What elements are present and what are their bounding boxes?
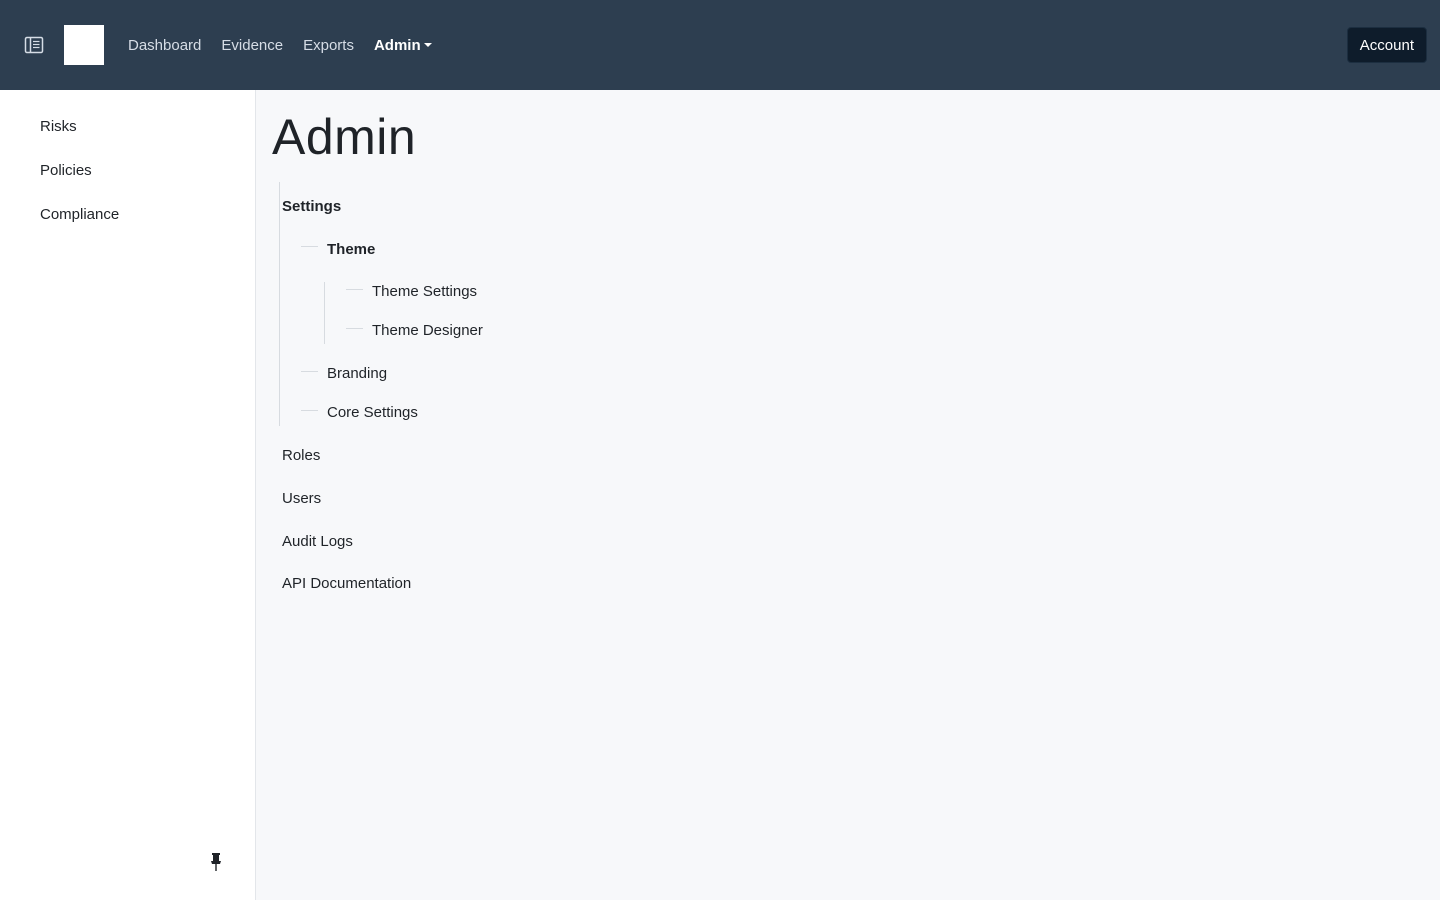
tree-item-theme-settings[interactable]: Theme Settings <box>372 283 477 300</box>
caret-down-icon <box>423 42 432 47</box>
sidebar-toggle-icon[interactable] <box>22 33 46 57</box>
tree-line-settings <box>279 182 280 426</box>
nav-link-admin[interactable]: Admin <box>374 37 432 54</box>
logo[interactable] <box>64 25 104 65</box>
tree-item-audit-logs[interactable]: Audit Logs <box>282 533 353 550</box>
tree-line-theme <box>324 282 325 344</box>
page-title: Admin <box>272 109 417 165</box>
account-button[interactable]: Account <box>1346 27 1427 63</box>
sidebar: Risks Policies Compliance <box>0 90 256 900</box>
tree-item-branding[interactable]: Branding <box>327 365 387 382</box>
nav-link-evidence[interactable]: Evidence <box>221 37 283 54</box>
tree-item-settings[interactable]: Settings <box>282 198 341 215</box>
tree-branch-core-settings <box>301 410 318 411</box>
sidebar-item-compliance[interactable]: Compliance <box>40 206 119 223</box>
sidebar-item-risks[interactable]: Risks <box>40 118 77 135</box>
pin-icon[interactable] <box>208 852 224 872</box>
tree-branch-branding <box>301 371 318 372</box>
tree-item-core-settings[interactable]: Core Settings <box>327 404 418 421</box>
nav-link-dashboard[interactable]: Dashboard <box>128 37 201 54</box>
tree-branch-theme-designer <box>346 328 363 329</box>
tree-item-roles[interactable]: Roles <box>282 447 320 464</box>
nav-link-exports[interactable]: Exports <box>303 37 354 54</box>
tree-item-theme-designer[interactable]: Theme Designer <box>372 322 483 339</box>
tree-branch-theme <box>301 246 318 247</box>
tree-item-users[interactable]: Users <box>282 490 321 507</box>
tree-item-theme[interactable]: Theme <box>327 241 375 258</box>
nav-link-admin-label: Admin <box>373 36 421 54</box>
sidebar-item-policies[interactable]: Policies <box>40 162 92 179</box>
top-navbar: Dashboard Evidence Exports Admin Account <box>0 0 1440 90</box>
main-content: Admin Settings Theme Theme Settings Them… <box>257 90 1440 900</box>
nav-links: Dashboard Evidence Exports Admin <box>128 0 452 90</box>
tree-branch-theme-settings <box>346 289 363 290</box>
tree-item-api-documentation[interactable]: API Documentation <box>282 575 411 592</box>
